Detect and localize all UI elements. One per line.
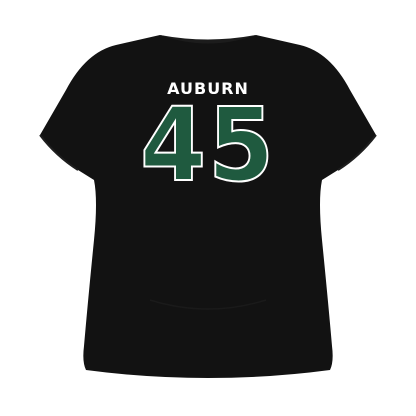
t-shirt-back — [39, 35, 377, 378]
player-number: 45 — [139, 85, 276, 206]
product-image: AUBURN 45 — [0, 0, 416, 416]
